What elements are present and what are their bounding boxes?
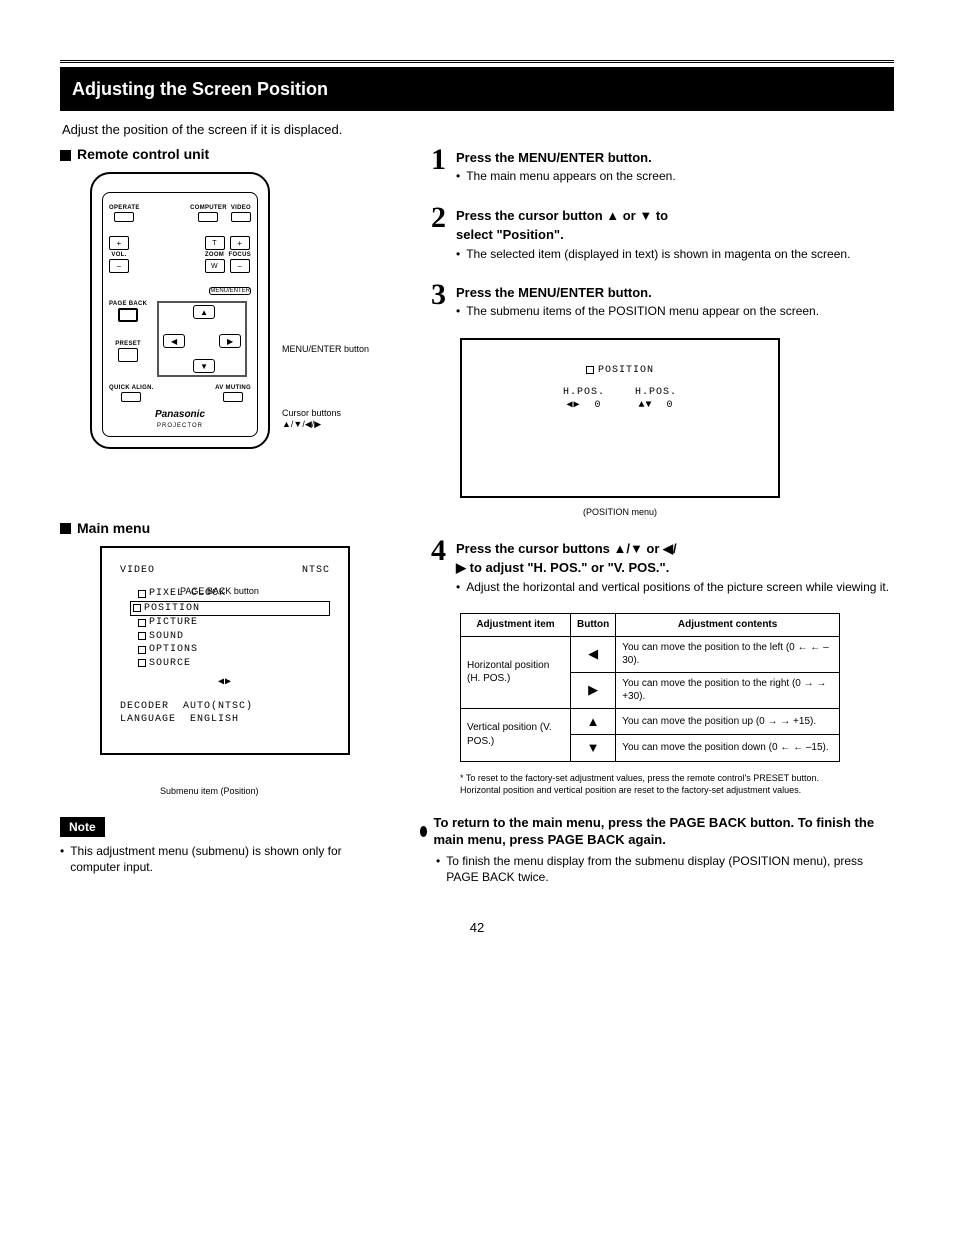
decoder-label: DECODER bbox=[120, 700, 169, 714]
vol-plus-button[interactable]: + bbox=[109, 236, 129, 250]
vol-minus-button[interactable]: − bbox=[109, 259, 129, 273]
zoom-w-button[interactable]: W bbox=[205, 259, 225, 273]
step-title: Press the MENU/ENTER button. bbox=[456, 284, 894, 302]
mainmenu-top-left: VIDEO bbox=[120, 564, 155, 578]
intro-text: Adjust the position of the screen if it … bbox=[62, 121, 894, 139]
preset-button[interactable] bbox=[118, 348, 138, 362]
table-header: Adjustment contents bbox=[616, 614, 840, 637]
av-muting-button[interactable] bbox=[223, 392, 243, 402]
step-2: 2 Press the cursor button ▲ or ▼ to sele… bbox=[420, 203, 894, 262]
mainmenu-caption: Submenu item (Position) bbox=[160, 785, 390, 797]
submenu-caption: (POSITION menu) bbox=[460, 506, 780, 518]
computer-button[interactable] bbox=[198, 212, 218, 222]
focus-minus-button[interactable]: − bbox=[230, 259, 250, 273]
language-label: LANGUAGE bbox=[120, 713, 176, 727]
hpos-marker: ◀▶ bbox=[566, 400, 580, 411]
zoom-t-button[interactable]: T bbox=[205, 236, 225, 250]
note-text: This adjustment menu (submenu) is shown … bbox=[60, 843, 390, 875]
cursor-down-button[interactable]: ▼ bbox=[193, 359, 215, 373]
mainmenu-heading: Main menu bbox=[60, 519, 390, 538]
table-header: Adjustment item bbox=[461, 614, 571, 637]
step-1: 1 Press the MENU/ENTER button. The main … bbox=[420, 145, 894, 185]
operate-button[interactable] bbox=[114, 212, 134, 222]
note-tag: Note bbox=[60, 817, 105, 837]
mainmenu-submenu-marker: ◀▶ bbox=[120, 676, 330, 690]
remote-control: OPERATE COMPUTER VIDEO + VOL. − bbox=[90, 172, 270, 449]
step-title: Press the cursor button ▲ or ▼ to bbox=[456, 207, 894, 225]
table-header: Button bbox=[571, 614, 616, 637]
adjustment-table: Adjustment item Button Adjustment conten… bbox=[460, 613, 840, 762]
vpos-marker: ▲▼ bbox=[638, 400, 652, 411]
bullet-icon bbox=[420, 826, 427, 837]
computer-label: COMPUTER bbox=[190, 204, 227, 212]
video-label: VIDEO bbox=[231, 204, 251, 212]
step-title: select "Position". bbox=[456, 226, 894, 244]
step-bullet: The submenu items of the POSITION menu a… bbox=[456, 303, 894, 319]
divider-double bbox=[60, 60, 894, 63]
page-back-label: PAGE BACK bbox=[109, 300, 147, 308]
vol-label: VOL. bbox=[111, 251, 126, 259]
page-title: Adjusting the Screen Position bbox=[60, 67, 894, 111]
quick-align-button[interactable] bbox=[121, 392, 141, 402]
cursor-left-button[interactable]: ◀ bbox=[163, 334, 185, 348]
step-number: 3 bbox=[420, 280, 446, 320]
table-row: Horizontal position (H. POS.) ◀ You can … bbox=[461, 636, 840, 672]
vpos-label: H.POS. bbox=[635, 386, 677, 400]
page-back-button[interactable] bbox=[118, 308, 138, 322]
focus-label: FOCUS bbox=[229, 251, 252, 259]
cursor-pad: ▲ ▼ ◀ ▶ bbox=[157, 301, 247, 377]
mainmenu-item: SOURCE bbox=[138, 657, 330, 671]
step-title: ▶ to adjust "H. POS." or "V. POS.". bbox=[456, 559, 894, 577]
step-number: 2 bbox=[420, 203, 446, 262]
step-bullet: The main menu appears on the screen. bbox=[456, 168, 894, 184]
return-note-heading: To return to the main menu, press the PA… bbox=[420, 814, 894, 849]
language-value: ENGLISH bbox=[190, 713, 239, 727]
preset-label: PRESET bbox=[115, 340, 141, 348]
page-number: 42 bbox=[60, 919, 894, 937]
quick-align-label: QUICK ALIGN. bbox=[109, 384, 154, 392]
step-4: 4 Press the cursor buttons ▲/▼ or ◀/ ▶ t… bbox=[420, 536, 894, 595]
callout-cursor: Cursor buttons ▲/▼/◀/▶ bbox=[282, 408, 341, 430]
mainmenu-display: VIDEO NTSC PIXEL CLOCK POSITION PICTURE … bbox=[100, 546, 350, 755]
hpos-value: 0 bbox=[595, 400, 602, 411]
step-title: Press the cursor buttons ▲/▼ or ◀/ bbox=[456, 540, 894, 558]
return-note-bullet: To finish the menu display from the subm… bbox=[436, 853, 894, 885]
step-bullet: The selected item (displayed in text) is… bbox=[456, 246, 894, 262]
memo-text: * To reset to the factory-set adjustment… bbox=[460, 772, 840, 796]
zoom-label: ZOOM bbox=[205, 251, 224, 259]
cursor-up-button[interactable]: ▲ bbox=[193, 305, 215, 319]
step-3: 3 Press the MENU/ENTER button. The subme… bbox=[420, 280, 894, 320]
mainmenu-top-right: NTSC bbox=[302, 564, 330, 578]
step-title: Press the MENU/ENTER button. bbox=[456, 149, 894, 167]
submenu-header: POSITION bbox=[598, 364, 654, 378]
mainmenu-item: OPTIONS bbox=[138, 643, 330, 657]
av-muting-label: AV MUTING bbox=[215, 384, 251, 392]
menu-enter-button[interactable]: MENU/ENTER bbox=[209, 287, 251, 295]
brand-sub-label: PROJECTOR bbox=[109, 422, 251, 430]
callout-menu-enter: MENU/ENTER button bbox=[282, 344, 369, 355]
step-number: 4 bbox=[420, 536, 446, 595]
position-submenu-display: POSITION H.POS. ◀▶ 0 H.POS. ▲▼ 0 bbox=[460, 338, 780, 498]
focus-plus-button[interactable]: + bbox=[230, 236, 250, 250]
table-row: Vertical position (V. POS.) ▲ You can mo… bbox=[461, 708, 840, 735]
remote-heading: Remote control unit bbox=[60, 145, 390, 164]
cursor-right-button[interactable]: ▶ bbox=[219, 334, 241, 348]
mainmenu-item-selected: POSITION bbox=[130, 601, 330, 617]
mainmenu-item: SOUND bbox=[138, 630, 330, 644]
operate-label: OPERATE bbox=[109, 204, 140, 212]
vpos-value: 0 bbox=[667, 400, 674, 411]
video-button[interactable] bbox=[231, 212, 251, 222]
step-number: 1 bbox=[420, 145, 446, 185]
decoder-value: AUTO(NTSC) bbox=[183, 700, 253, 714]
brand-label: Panasonic bbox=[109, 408, 251, 422]
mainmenu-item: PICTURE bbox=[138, 616, 330, 630]
mainmenu-item: PIXEL CLOCK bbox=[138, 587, 330, 601]
hpos-label: H.POS. bbox=[563, 386, 605, 400]
step-bullet: Adjust the horizontal and vertical posit… bbox=[456, 579, 894, 595]
